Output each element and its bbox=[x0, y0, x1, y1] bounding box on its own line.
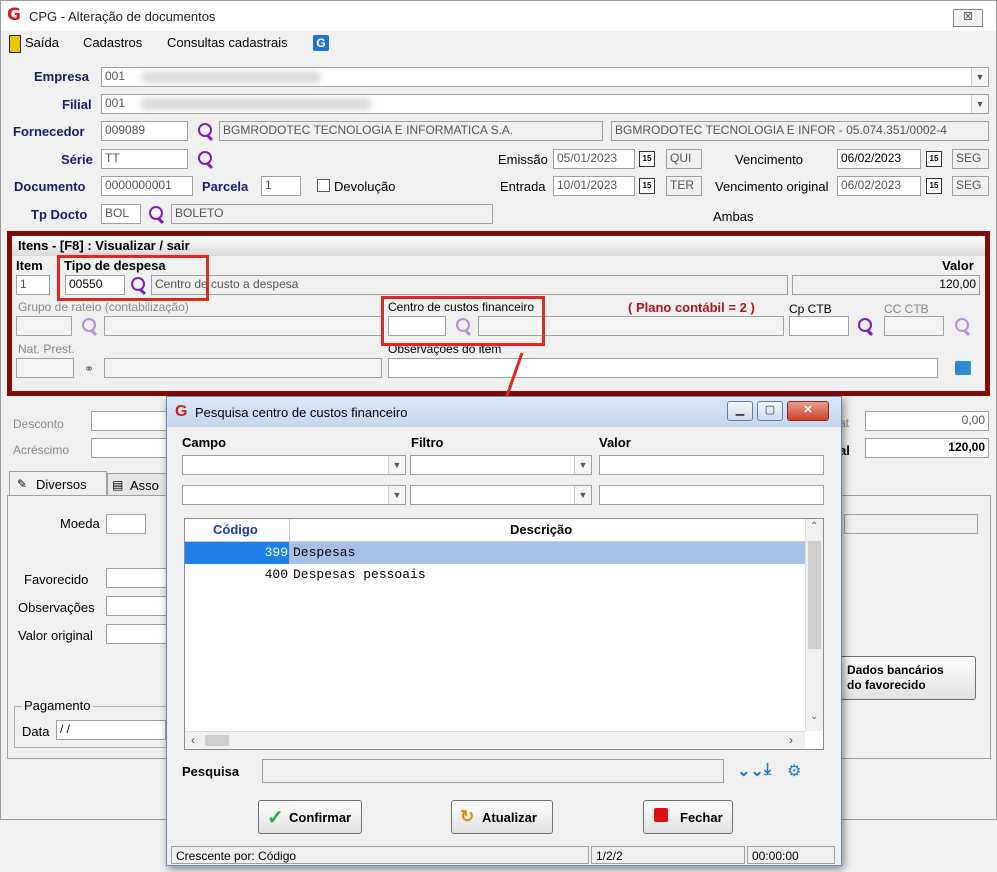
chevron-right-icon[interactable]: › bbox=[789, 733, 793, 747]
atualizar-button[interactable]: ↻ Atualizar bbox=[451, 800, 553, 834]
scrollbar-thumb[interactable] bbox=[808, 541, 821, 649]
col-codigo-label: Código bbox=[213, 522, 258, 537]
pesquisa-input[interactable] bbox=[262, 759, 724, 783]
row-code: 400 bbox=[264, 567, 288, 582]
campo-select-1[interactable]: ▼ bbox=[182, 455, 406, 475]
dialog-title: Pesquisa centro de custos financeiro bbox=[195, 405, 408, 420]
valor-label: Valor bbox=[599, 435, 631, 450]
pesquisa-label: Pesquisa bbox=[182, 764, 240, 779]
campo-label: Campo bbox=[182, 435, 227, 450]
chevron-down-icon: ▼ bbox=[574, 456, 591, 474]
filtro-select-1[interactable]: ▼ bbox=[410, 455, 592, 475]
row-code: 399 bbox=[264, 545, 288, 560]
close-button[interactable]: ✕ bbox=[787, 401, 829, 421]
double-chevron-down-icon[interactable]: ⌄⌄ bbox=[737, 761, 764, 781]
filtro-select-2[interactable]: ▼ bbox=[410, 485, 592, 505]
minimize-button[interactable]: ▁ bbox=[727, 401, 753, 421]
chevron-down-icon: ▼ bbox=[388, 456, 405, 474]
chevron-down-icon: ▼ bbox=[574, 486, 591, 504]
col-codigo[interactable]: Código bbox=[185, 519, 290, 541]
table-row[interactable]: 399 Despesas bbox=[185, 542, 805, 564]
chevron-down-end-icon[interactable]: ⤓ bbox=[764, 761, 771, 779]
gear-icon[interactable]: ⚙ bbox=[787, 761, 801, 781]
check-icon: ✓ bbox=[267, 807, 284, 829]
grid-header: Código Descrição bbox=[185, 519, 805, 542]
chevron-down-icon: ▼ bbox=[388, 486, 405, 504]
valor-input-2[interactable] bbox=[599, 485, 824, 505]
results-grid: Código Descrição 399 Despesas 400 Despes… bbox=[184, 518, 824, 750]
chevron-left-icon[interactable]: ‹ bbox=[191, 733, 195, 747]
confirmar-button[interactable]: ✓ Confirmar bbox=[258, 800, 362, 834]
chevron-down-icon[interactable]: ⌄ bbox=[810, 711, 818, 722]
refresh-icon: ↻ bbox=[460, 807, 475, 826]
chevron-up-icon[interactable]: ⌃ bbox=[810, 521, 818, 532]
filtro-label: Filtro bbox=[411, 435, 444, 450]
atualizar-label: Atualizar bbox=[482, 810, 537, 825]
valor-input-1[interactable] bbox=[599, 455, 824, 475]
app-logo-icon: G bbox=[175, 403, 188, 420]
col-descricao-label[interactable]: Descrição bbox=[510, 522, 572, 537]
row-desc: Despesas pessoais bbox=[293, 567, 426, 582]
campo-select-2[interactable]: ▼ bbox=[182, 485, 406, 505]
status-count: 1/2/2 bbox=[591, 846, 745, 864]
lock-icon bbox=[654, 808, 668, 822]
maximize-button[interactable]: ▢ bbox=[757, 401, 783, 421]
horizontal-scrollbar[interactable]: ‹ › bbox=[185, 731, 805, 749]
fechar-button[interactable]: Fechar bbox=[643, 800, 733, 834]
scrollbar-thumb[interactable] bbox=[205, 735, 229, 746]
vertical-scrollbar[interactable]: ⌃ ⌄ bbox=[805, 519, 823, 731]
dialog-title-bar: G Pesquisa centro de custos financeiro ▁… bbox=[167, 397, 841, 427]
row-desc: Despesas bbox=[293, 545, 356, 560]
status-sort: Crescente por: Código bbox=[171, 846, 589, 864]
search-dialog: G Pesquisa centro de custos financeiro ▁… bbox=[166, 396, 842, 866]
status-time: 00:00:00 bbox=[747, 846, 835, 864]
fechar-label: Fechar bbox=[680, 810, 723, 825]
confirmar-label: Confirmar bbox=[289, 810, 352, 825]
table-row[interactable]: 400 Despesas pessoais bbox=[185, 564, 805, 586]
